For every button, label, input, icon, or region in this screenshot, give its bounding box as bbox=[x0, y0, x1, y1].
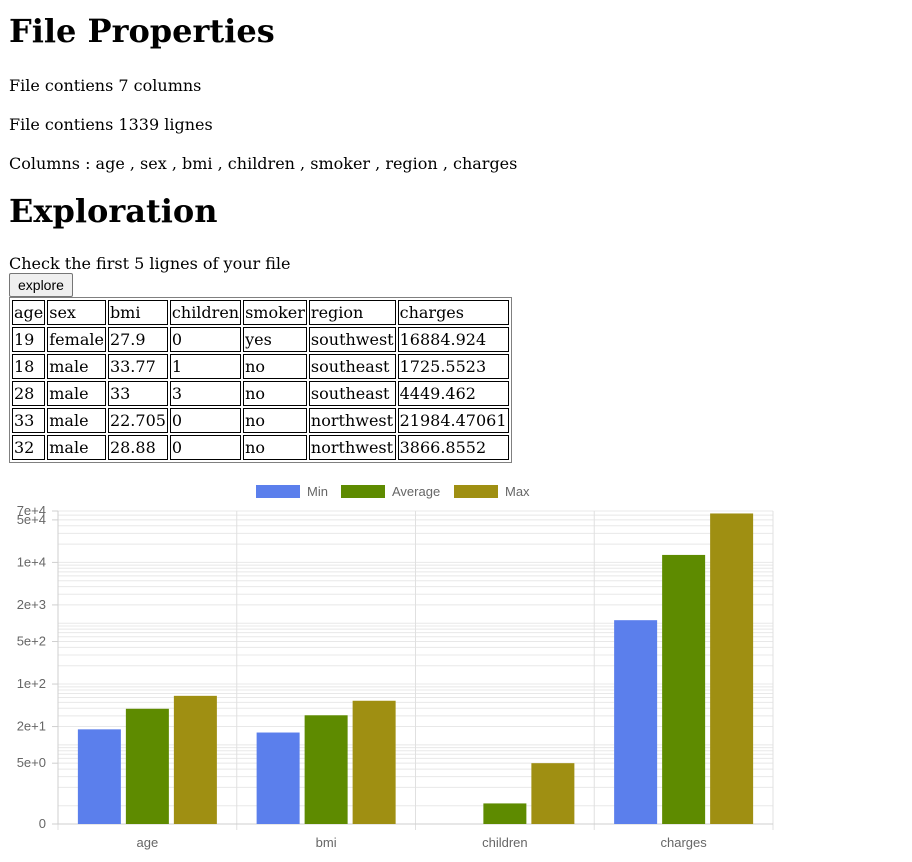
cell-smoker: no bbox=[243, 435, 307, 460]
legend-swatch-average bbox=[341, 485, 385, 498]
header-cell-sex: sex bbox=[47, 300, 106, 325]
bar-max-age bbox=[173, 695, 217, 824]
cell-children: 0 bbox=[169, 408, 242, 433]
cell-sex: female bbox=[47, 327, 106, 352]
cell-children: 0 bbox=[169, 435, 242, 460]
header-cell-region: region bbox=[308, 300, 396, 325]
cell-age: 33 bbox=[12, 408, 46, 433]
cell-sex: male bbox=[47, 381, 106, 406]
cell-region: northwest bbox=[308, 408, 396, 433]
cell-children: 3 bbox=[169, 381, 242, 406]
x-tick-label: children bbox=[482, 835, 528, 850]
header-cell-bmi: bmi bbox=[107, 300, 168, 325]
cell-sex: male bbox=[47, 435, 106, 460]
legend-swatch-min bbox=[256, 485, 300, 498]
cell-children: 1 bbox=[169, 354, 242, 379]
x-tick-label: bmi bbox=[316, 835, 337, 850]
cell-bmi: 28.88 bbox=[107, 435, 168, 460]
legend-label-average: Average bbox=[392, 484, 440, 499]
column-count-text: File contiens 7 columns bbox=[9, 76, 202, 95]
y-tick-label: 5e+2 bbox=[17, 634, 46, 649]
bar-average-charges bbox=[662, 554, 706, 824]
cell-sex: male bbox=[47, 408, 106, 433]
table-row: 33 male 22.705 0 no northwest 21984.47061 bbox=[12, 408, 509, 433]
cell-smoker: yes bbox=[243, 327, 307, 352]
cell-charges: 4449.462 bbox=[397, 381, 509, 406]
cell-smoker: no bbox=[243, 408, 307, 433]
y-tick-label: 1e+4 bbox=[17, 554, 46, 569]
y-tick-label: 2e+3 bbox=[17, 597, 46, 612]
cell-bmi: 33.77 bbox=[107, 354, 168, 379]
bar-min-age bbox=[77, 729, 121, 824]
cell-region: southeast bbox=[308, 381, 396, 406]
cell-charges: 16884.924 bbox=[397, 327, 509, 352]
x-tick-label: charges bbox=[661, 835, 708, 850]
cell-age: 28 bbox=[12, 381, 46, 406]
table-row: 28 male 33 3 no southeast 4449.462 bbox=[12, 381, 509, 406]
y-tick-label: 0 bbox=[39, 816, 46, 831]
bar-average-children bbox=[483, 803, 527, 824]
table-row: 19 female 27.9 0 yes southwest 16884.924 bbox=[12, 327, 509, 352]
page-title-exploration: Exploration bbox=[9, 192, 218, 230]
legend-label-min: Min bbox=[307, 484, 328, 499]
x-tick-label: age bbox=[137, 835, 159, 850]
bar-min-charges bbox=[614, 620, 658, 824]
y-tick-label: 7e+4 bbox=[17, 503, 46, 518]
bar-average-bmi bbox=[304, 715, 348, 824]
cell-region: northwest bbox=[308, 435, 396, 460]
bar-max-bmi bbox=[352, 700, 396, 824]
cell-region: southeast bbox=[308, 354, 396, 379]
cell-bmi: 27.9 bbox=[107, 327, 168, 352]
cell-age: 18 bbox=[12, 354, 46, 379]
cell-children: 0 bbox=[169, 327, 242, 352]
bar-max-charges bbox=[710, 513, 754, 824]
column-names-text: Columns : age , sex , bmi , children , s… bbox=[9, 154, 518, 173]
header-cell-smoker: smoker bbox=[243, 300, 307, 325]
cell-sex: male bbox=[47, 354, 106, 379]
explore-button[interactable]: explore bbox=[9, 273, 73, 297]
bar-min-bmi bbox=[256, 732, 300, 824]
bar-max-children bbox=[531, 763, 575, 824]
y-tick-label: 1e+2 bbox=[17, 676, 46, 691]
header-cell-charges: charges bbox=[397, 300, 509, 325]
cell-charges: 3866.8552 bbox=[397, 435, 509, 460]
preview-table: age sex bmi children smoker region charges 19 fe… bbox=[9, 297, 512, 463]
cell-age: 32 bbox=[12, 435, 46, 460]
table-row: 32 male 28.88 0 no northwest 3866.8552 bbox=[12, 435, 509, 460]
table-row: 18 male 33.77 1 no southeast 1725.5523 bbox=[12, 354, 509, 379]
cell-bmi: 22.705 bbox=[107, 408, 168, 433]
cell-smoker: no bbox=[243, 381, 307, 406]
page-title-file-properties: File Properties bbox=[9, 12, 275, 50]
cell-region: southwest bbox=[308, 327, 396, 352]
stats-bar-chart: 0 5e+0 2e+1 1e+2 5e+2 2e+3 1e+4 5e+4 7e+4 age bmi c… bbox=[0, 478, 790, 858]
table-header-row: age sex bmi children smoker region charges bbox=[12, 300, 509, 325]
check-instruction-text: Check the first 5 lignes of your file bbox=[9, 254, 291, 273]
y-tick-label: 2e+1 bbox=[17, 719, 46, 734]
header-cell-children: children bbox=[169, 300, 242, 325]
bar-average-age bbox=[125, 708, 169, 824]
cell-bmi: 33 bbox=[107, 381, 168, 406]
header-cell-age: age bbox=[12, 300, 46, 325]
cell-charges: 21984.47061 bbox=[397, 408, 509, 433]
row-count-text: File contiens 1339 lignes bbox=[9, 115, 213, 134]
legend-label-max: Max bbox=[505, 484, 530, 499]
chart-svg: 05e+02e+11e+25e+22e+31e+45e+47e+4age bmi c… bbox=[17, 484, 774, 850]
cell-smoker: no bbox=[243, 354, 307, 379]
y-tick-label: 5e+0 bbox=[17, 755, 46, 770]
cell-age: 19 bbox=[12, 327, 46, 352]
cell-charges: 1725.5523 bbox=[397, 354, 509, 379]
legend-swatch-max bbox=[454, 485, 498, 498]
